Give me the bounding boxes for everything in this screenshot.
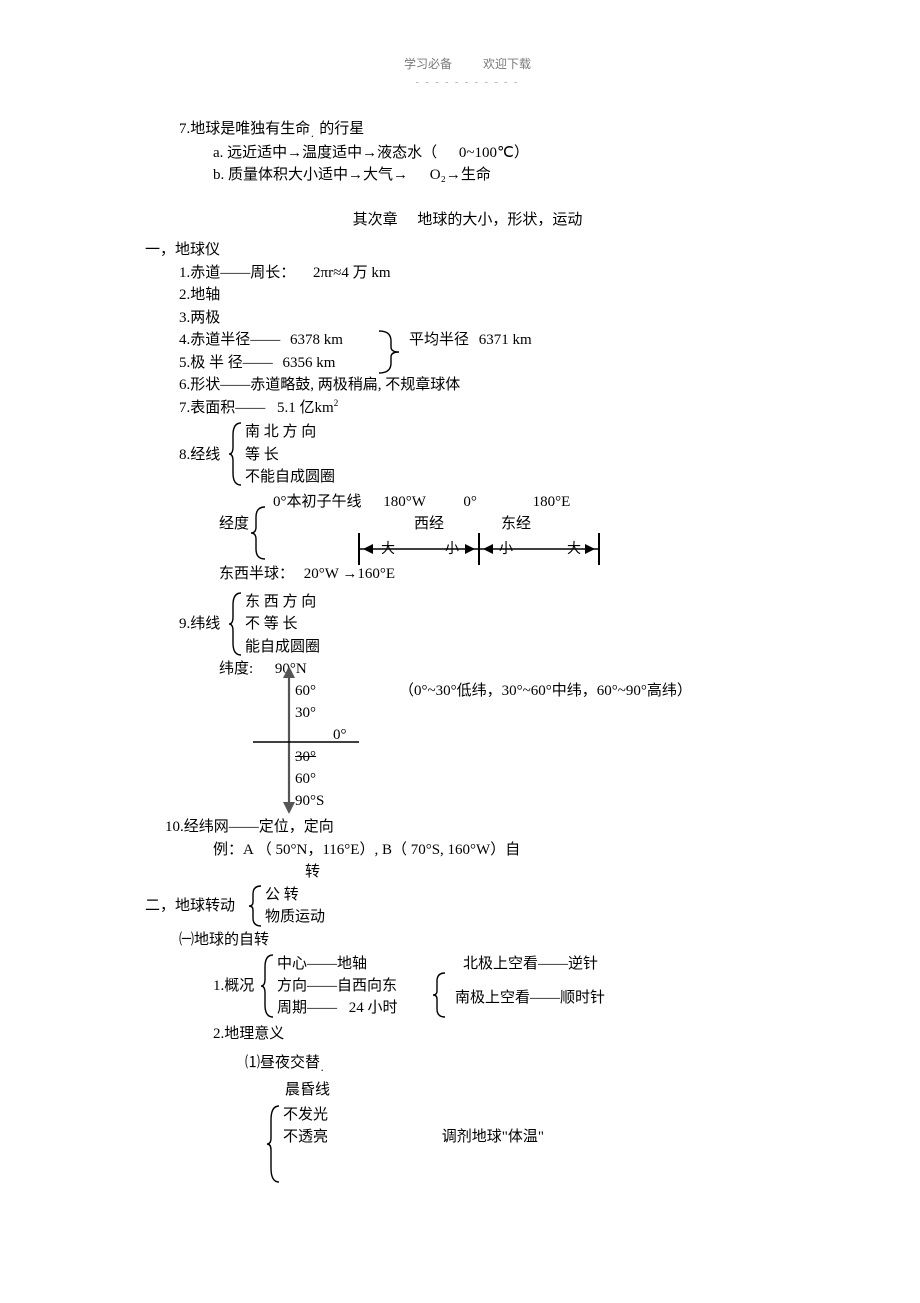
item-10-zhuan: 转 <box>305 861 790 884</box>
overview: 中心——地轴 北极上空看——逆针 1.概况 方向——自西向东 周期—— 24 小… <box>213 953 790 1023</box>
item-7b: b. 质量体积大小适中→大气→ O₂→生命 <box>213 164 790 187</box>
longitude-diagram: 0°本初子午线 180°W 0° 180°E 经度 西经 东经 大 小 小 大 … <box>179 491 790 587</box>
item-10-ex: 例：A （ 50°N，116°E）, B（ 70°S, 160°W）自 <box>213 839 790 862</box>
latitude-diagram: 纬度: 90°N 60° 30° 0° 30° 60° 90°S （0°~30°… <box>179 658 790 816</box>
globe-6: 6.形状——赤道略鼓, 两极稍扁, 不规章球体 <box>179 374 790 397</box>
section-1: 一，地球仪 <box>145 239 790 262</box>
chapter-2-title: 其次章 地球的大小，形状，运动 <box>145 209 790 232</box>
globe-1: 1.赤道——周长： 2πr≈4 万 km <box>179 262 790 285</box>
globe-2: 2.地轴 <box>179 284 790 307</box>
parallel: 9.纬线 东 西 方 向 不 等 长 能自成圆圈 <box>179 591 790 659</box>
item-7a: a. 远近适中→温度适中→液态水（ 0~100℃） <box>213 142 790 165</box>
page: 学习必备 欢迎下载 - - - - - - - - - - - 7.地球是唯独有… <box>0 0 920 1303</box>
globe-3: 3.两极 <box>179 307 790 330</box>
brace-left-icon <box>267 1104 281 1184</box>
header-left: 学习必备 <box>404 57 452 71</box>
light-brace: 不发光 不透亮 调剂地球"体温" <box>267 1104 790 1184</box>
terminator: 晨昏线 <box>285 1079 790 1102</box>
brace-left-icon <box>251 505 267 561</box>
item-10: 10.经纬网——定位，定向 <box>165 816 790 839</box>
meridian: 8.经线 南 北 方 向 等 长 不能自成圆圈 <box>179 421 790 489</box>
sub-1: ㈠地球的自转 <box>179 929 790 952</box>
brace-left-icon <box>261 953 275 1019</box>
brace-left-icon <box>229 591 243 657</box>
daynight: ⑴昼夜交替． <box>245 1052 790 1076</box>
brace-left-icon <box>433 971 447 1019</box>
brace-left-icon <box>229 421 243 487</box>
brace-right-icon <box>377 329 407 375</box>
globe-radii: 4.赤道半径—— 6378 km 5.极 半 径—— 6356 km 平均半径 … <box>179 329 790 374</box>
header-right: 欢迎下载 <box>483 57 531 71</box>
section-2: 二，地球转动 公 转 物质运动 <box>145 884 790 929</box>
item-7: 7.地球是唯独有生命．的行星 <box>179 118 790 142</box>
page-header: 学习必备 欢迎下载 <box>145 55 790 73</box>
brace-left-icon <box>249 884 263 928</box>
geo-sig: 2.地理意义 <box>213 1023 790 1046</box>
globe-7: 7.表面积—— 5.1 亿km2 <box>179 397 790 420</box>
header-rule: - - - - - - - - - - - <box>145 75 790 90</box>
